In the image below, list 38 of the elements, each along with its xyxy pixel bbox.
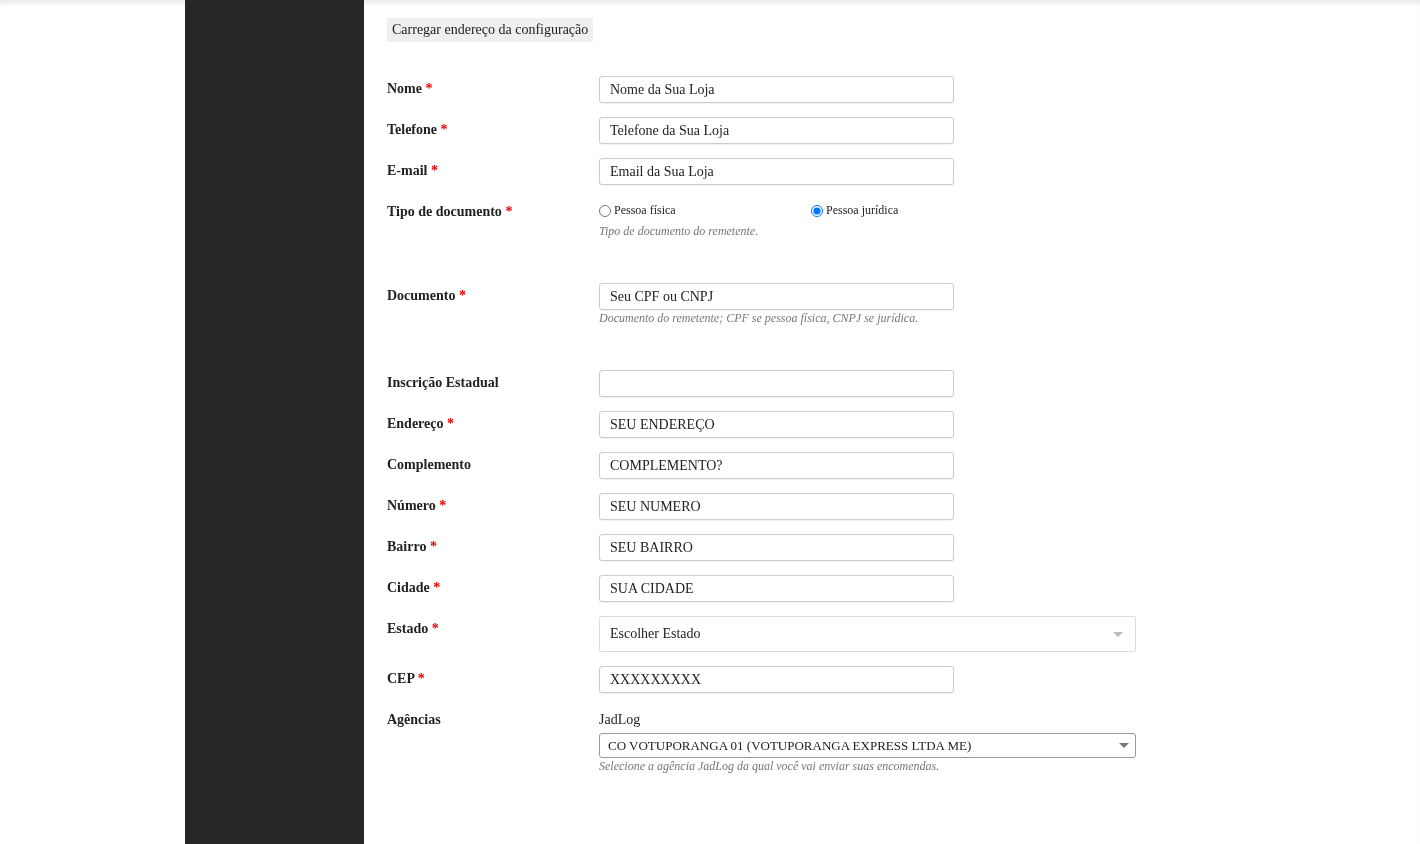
agency-dropdown[interactable]: CO VOTUPORANGA 01 (VOTUPORANGA EXPRESS LTDA ME) <box>599 733 1136 758</box>
radio-label[interactable]: Pessoa jurídica <box>826 203 899 218</box>
text-field[interactable]: Nome da Sua Loja <box>599 76 954 103</box>
text-field[interactable]: Telefone da Sua Loja <box>599 117 954 144</box>
text-field[interactable]: SEU NUMERO <box>599 493 954 520</box>
caret-icon <box>1119 743 1129 748</box>
field-label: Cidade * <box>387 580 441 595</box>
field-label: CEP * <box>387 671 425 686</box>
field-label: Endereço * <box>387 416 454 431</box>
field-label: E-mail * <box>387 163 438 178</box>
field-hint: Tipo de documento do remetente. <box>599 224 760 239</box>
field-hint: Documento do remetente; CPF se pessoa física, CNPJ se jurídica. <box>599 311 920 326</box>
text-field[interactable]: SUA CIDADE <box>599 575 954 602</box>
state-dropdown[interactable]: Escolher Estado <box>599 616 1136 652</box>
field-label: Bairro * <box>387 539 437 554</box>
field-label: Complemento <box>387 457 471 472</box>
text-field[interactable] <box>599 370 954 397</box>
field-label: Número * <box>387 498 447 513</box>
field-label: Agências <box>387 712 441 727</box>
text-field[interactable]: Seu CPF ou CNPJ <box>599 283 954 310</box>
field-label: Telefone * <box>387 122 448 137</box>
radio-button[interactable] <box>811 204 823 217</box>
field-hint: Selecione a agência JadLog da qual você vai enviar suas encomendas. <box>599 759 941 774</box>
text-field[interactable]: COMPLEMENTO? <box>599 452 954 479</box>
field-label: Nome * <box>387 81 433 96</box>
text-field[interactable]: XXXXXXXXX <box>599 666 954 693</box>
text-field[interactable]: Email da Sua Loja <box>599 158 954 185</box>
field-label: Inscrição Estadual <box>387 375 499 390</box>
caret-icon <box>1113 631 1123 637</box>
text-field[interactable]: SEU ENDEREÇO <box>599 411 954 438</box>
carrier-name: JadLog <box>599 711 642 728</box>
field-label: Tipo de documento * <box>387 204 513 219</box>
radio-button[interactable] <box>599 204 611 217</box>
radio-label[interactable]: Pessoa física <box>614 203 676 218</box>
load-address-button[interactable]: Carregar endereço da configuração <box>387 18 594 42</box>
field-label: Documento * <box>387 288 466 303</box>
field-label: Estado * <box>387 621 439 636</box>
text-field[interactable]: SEU BAIRRO <box>599 534 954 561</box>
